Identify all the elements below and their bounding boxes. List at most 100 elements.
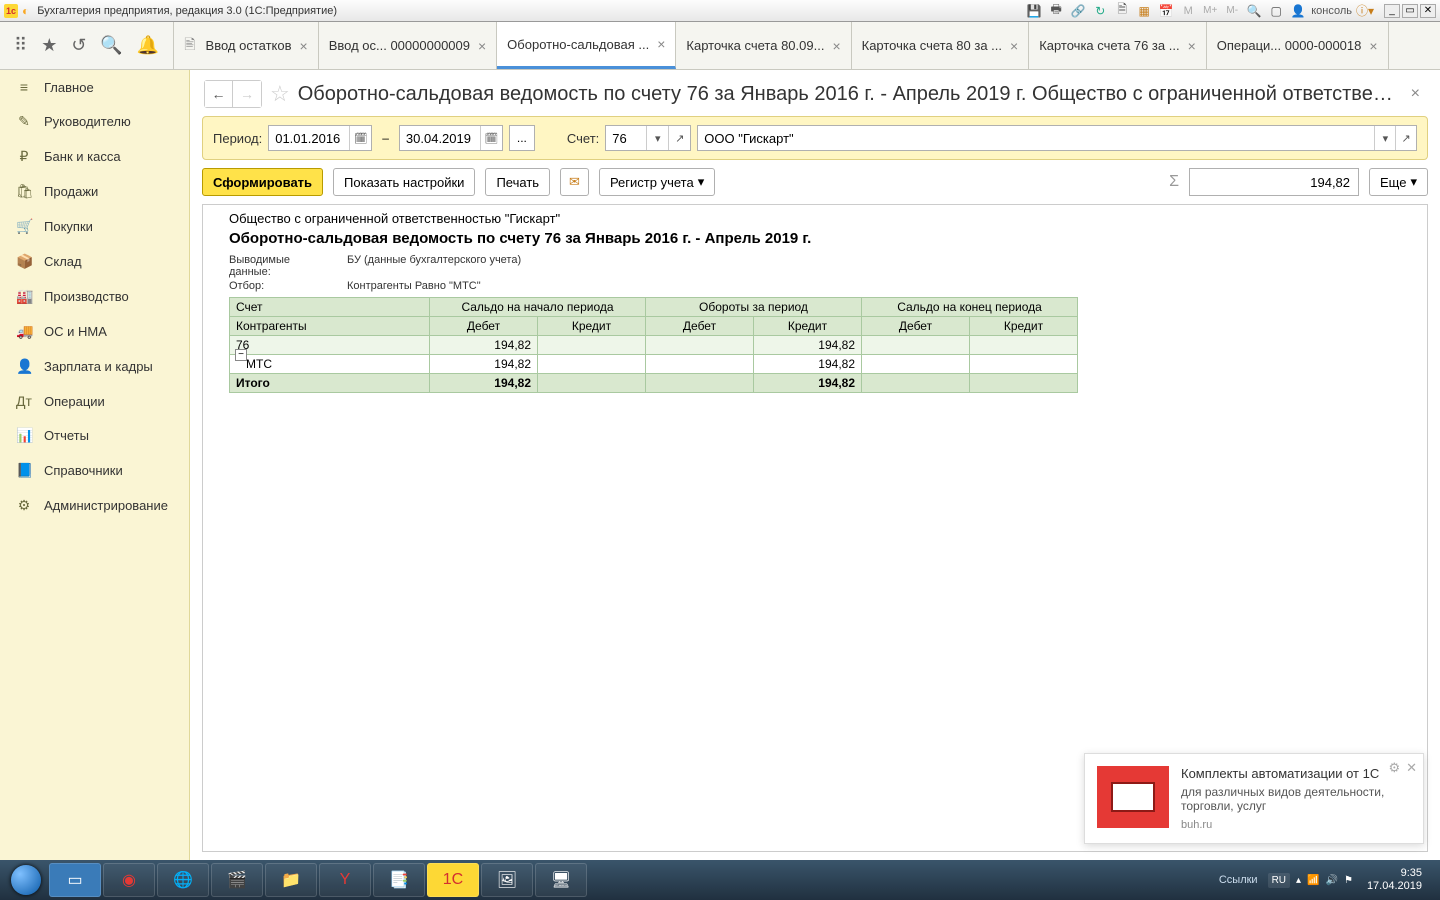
task-button[interactable]: 🎬 xyxy=(211,863,263,897)
date-from-input[interactable] xyxy=(269,131,349,146)
sidebar-item[interactable]: 📊Отчеты xyxy=(0,418,189,453)
sidebar-item[interactable]: 📘Справочники xyxy=(0,453,189,488)
sum-input[interactable] xyxy=(1189,168,1359,196)
calendar-icon[interactable]: 📅 xyxy=(1157,2,1175,20)
task-button[interactable]: 📑 xyxy=(373,863,425,897)
date-to-input[interactable] xyxy=(400,131,480,146)
register-button[interactable]: Регистр учета ▾ xyxy=(599,168,715,196)
generate-button[interactable]: Сформировать xyxy=(202,168,323,196)
row-value: 194,82 xyxy=(754,374,862,393)
email-button[interactable]: ✉ xyxy=(560,168,589,196)
tab[interactable]: Карточка счета 80.09...× xyxy=(676,22,851,69)
calendar-icon[interactable]: 🗓 xyxy=(349,126,371,150)
nav-forward-button[interactable]: → xyxy=(233,81,261,107)
close-button[interactable]: ✕ xyxy=(1420,4,1436,18)
sidebar-item[interactable]: 🏭Производство xyxy=(0,279,189,314)
task-button[interactable]: ◉ xyxy=(103,863,155,897)
tab[interactable]: Операци... 0000-000018× xyxy=(1207,22,1389,69)
settings-button[interactable]: Показать настройки xyxy=(333,168,475,196)
task-button[interactable]: ▭ xyxy=(49,863,101,897)
sidebar-item[interactable]: 📦Склад xyxy=(0,244,189,279)
col-turn: Обороты за период xyxy=(646,298,862,317)
collapse-button[interactable]: − xyxy=(235,349,247,361)
tab[interactable]: Оборотно-сальдовая ...× xyxy=(497,22,676,69)
maximize-button[interactable]: ▭ xyxy=(1402,4,1418,18)
m-minus-icon[interactable]: М- xyxy=(1223,2,1241,20)
info-icon[interactable]: ⓘ▾ xyxy=(1356,2,1374,20)
close-icon[interactable]: × xyxy=(1188,38,1196,54)
sidebar-item[interactable]: ДтОперации xyxy=(0,384,189,418)
close-icon[interactable]: × xyxy=(1369,38,1377,54)
sidebar-item[interactable]: 🛍Продажи xyxy=(0,174,189,209)
refresh-icon[interactable]: ↻ xyxy=(1091,2,1109,20)
history-icon[interactable]: ↺ xyxy=(71,35,86,56)
more-button[interactable]: Еще ▾ xyxy=(1369,168,1428,196)
gear-icon[interactable]: ⚙ xyxy=(1388,760,1400,776)
bell-icon[interactable]: 🔔 xyxy=(137,35,159,56)
close-page-button[interactable]: × xyxy=(1405,85,1426,103)
print-button[interactable]: Печать xyxy=(485,168,550,196)
sidebar-item[interactable]: ₽Банк и касса xyxy=(0,139,189,174)
panel-icon[interactable]: ▢ xyxy=(1267,2,1285,20)
task-button[interactable]: 📁 xyxy=(265,863,317,897)
sidebar-item[interactable]: ⚙Администрирование xyxy=(0,488,189,523)
link-icon[interactable]: 🔗 xyxy=(1069,2,1087,20)
zoom-icon[interactable]: 🔍 xyxy=(1245,2,1263,20)
m-icon[interactable]: М xyxy=(1179,2,1197,20)
calendar-icon[interactable]: 🗓 xyxy=(480,126,502,150)
meta-label: Выводимые данные: xyxy=(229,254,329,278)
star-icon[interactable]: ★ xyxy=(41,35,57,56)
open-icon[interactable]: ↗ xyxy=(1395,126,1416,150)
close-icon[interactable]: × xyxy=(478,38,486,54)
sidebar-item[interactable]: ≡Главное xyxy=(0,70,189,104)
task-button[interactable]: 🖥 xyxy=(535,863,587,897)
sidebar-item[interactable]: ✎Руководителю xyxy=(0,104,189,139)
links-label[interactable]: Ссылки xyxy=(1219,874,1268,886)
flag-icon[interactable]: ⚑ xyxy=(1344,875,1353,886)
sidebar-item[interactable]: 🚚ОС и НМА xyxy=(0,314,189,349)
tab[interactable]: Карточка счета 76 за ...× xyxy=(1029,22,1207,69)
org-input[interactable] xyxy=(698,131,1374,146)
task-button[interactable]: 🌐 xyxy=(157,863,209,897)
tray-up-icon[interactable]: ▴ xyxy=(1296,875,1301,886)
row-value xyxy=(646,355,754,374)
row-value xyxy=(970,374,1078,393)
sidebar-label: Склад xyxy=(44,254,82,269)
chevron-down-icon[interactable]: ▾ xyxy=(1374,126,1395,150)
clock[interactable]: 9:35 17.04.2019 xyxy=(1359,867,1430,893)
open-icon[interactable]: ↗ xyxy=(668,126,690,150)
close-icon[interactable]: × xyxy=(300,38,308,54)
tab[interactable]: Карточка счета 80 за ...× xyxy=(852,22,1030,69)
close-icon[interactable]: × xyxy=(657,36,665,52)
task-button[interactable]: Y xyxy=(319,863,371,897)
wifi-icon[interactable]: 📶 xyxy=(1307,875,1319,886)
file-icon[interactable]: 🗎 xyxy=(1113,2,1131,20)
tab[interactable]: Ввод ос... 00000000009× xyxy=(319,22,497,69)
close-icon[interactable]: ✕ xyxy=(1406,760,1417,776)
nav-back-button[interactable]: ← xyxy=(205,81,233,107)
col-open: Сальдо на начало периода xyxy=(430,298,646,317)
calc-icon[interactable]: ▦ xyxy=(1135,2,1153,20)
user-icon[interactable]: 👤 xyxy=(1289,2,1307,20)
lang-indicator[interactable]: RU xyxy=(1268,873,1290,888)
print-icon[interactable]: 🖶 xyxy=(1047,2,1065,20)
close-icon[interactable]: × xyxy=(1010,38,1018,54)
m-plus-icon[interactable]: М+ xyxy=(1201,2,1219,20)
save-icon[interactable]: 💾 xyxy=(1025,2,1043,20)
task-button[interactable]: 1C xyxy=(427,863,479,897)
dropdown-icon[interactable]: ◐ xyxy=(22,4,29,18)
chevron-down-icon[interactable]: ▾ xyxy=(646,126,668,150)
search-icon[interactable]: 🔍 xyxy=(100,35,122,56)
tab[interactable]: 🖹Ввод остатков× xyxy=(173,22,318,69)
period-picker-button[interactable]: ... xyxy=(509,125,535,151)
task-button[interactable]: 🖼 xyxy=(481,863,533,897)
close-icon[interactable]: × xyxy=(832,38,840,54)
start-button[interactable] xyxy=(4,862,48,898)
favorite-icon[interactable]: ☆ xyxy=(270,81,290,107)
apps-icon[interactable]: ⠿ xyxy=(14,35,27,56)
volume-icon[interactable]: 🔊 xyxy=(1326,875,1338,886)
minimize-button[interactable]: _ xyxy=(1384,4,1400,18)
account-input[interactable] xyxy=(606,131,646,146)
sidebar-item[interactable]: 👤Зарплата и кадры xyxy=(0,349,189,384)
sidebar-item[interactable]: 🛒Покупки xyxy=(0,209,189,244)
